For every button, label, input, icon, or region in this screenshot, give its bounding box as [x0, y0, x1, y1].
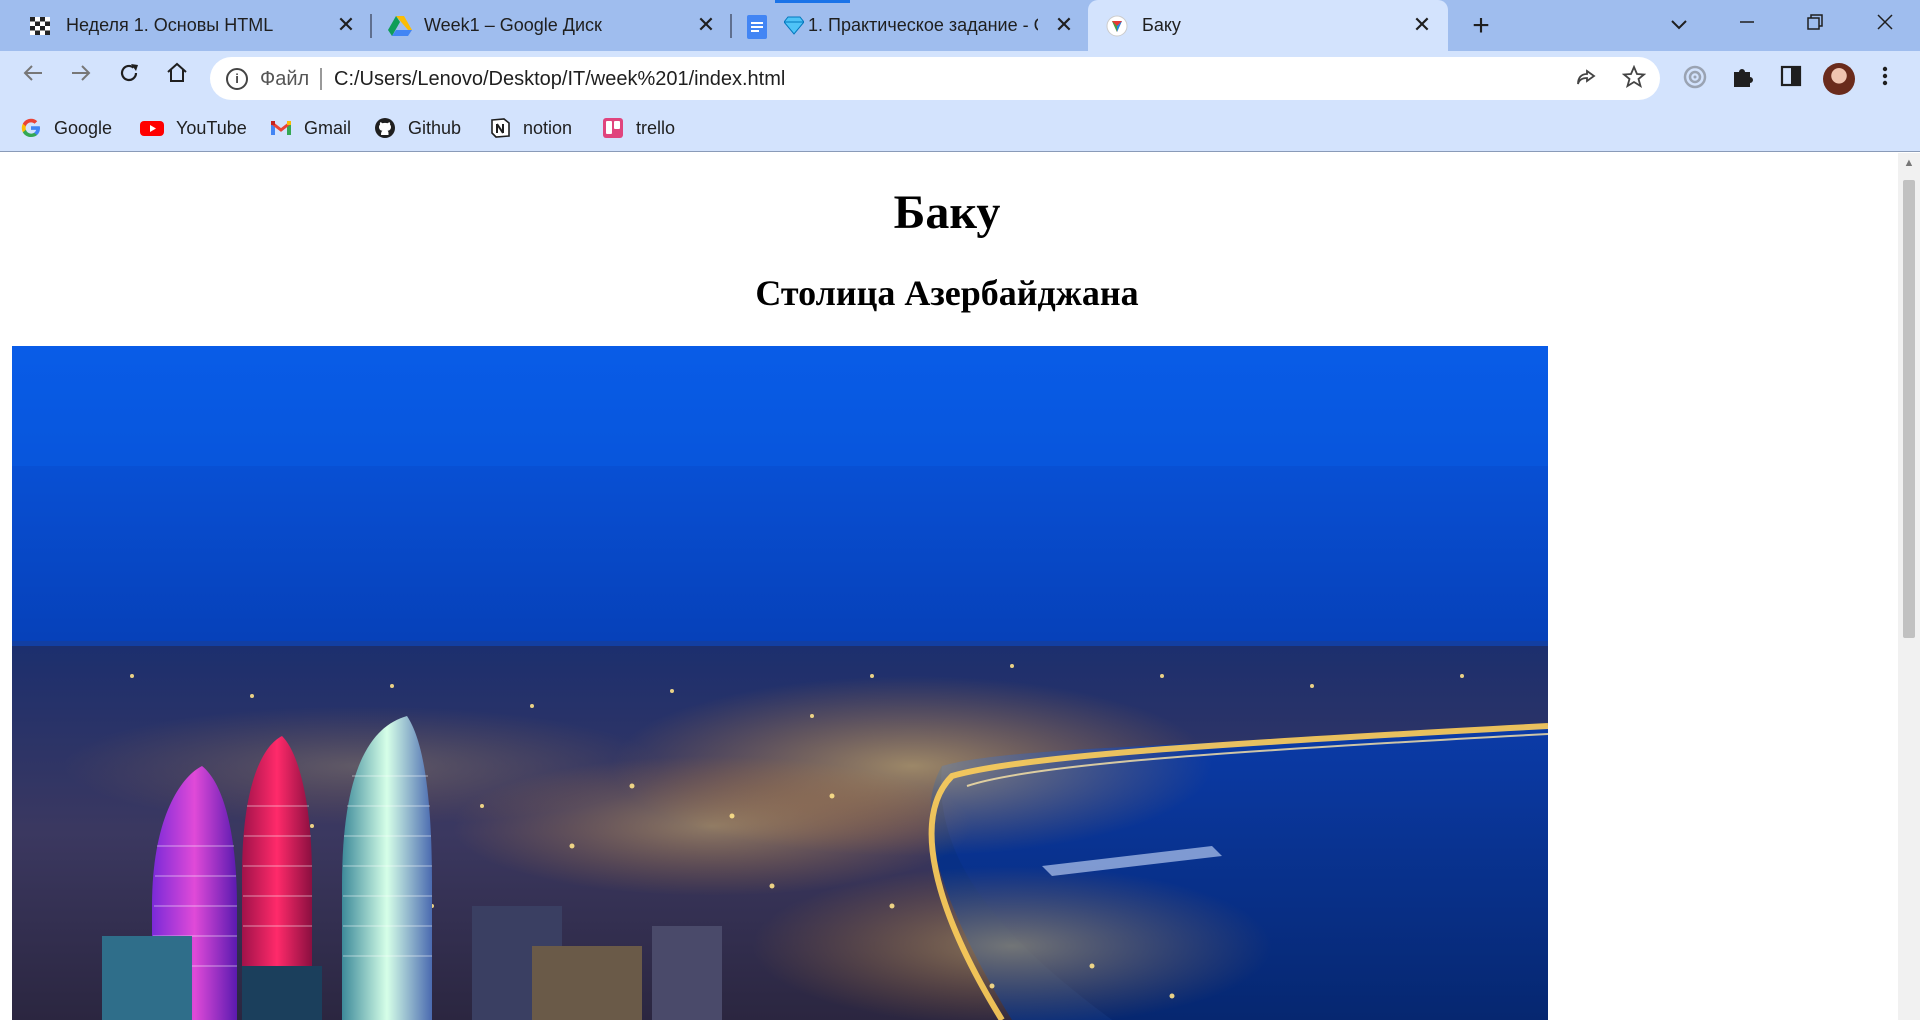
tab-title: 1. Практическое задание - G — [808, 15, 1038, 35]
close-icon[interactable]: ✕ — [334, 13, 358, 37]
bookmark-github[interactable]: Github — [374, 114, 461, 142]
bookmark-label: Github — [408, 117, 462, 138]
bookmark-youtube[interactable]: YouTube — [140, 114, 247, 142]
page-subtitle: Столица Азербайджана — [755, 273, 1139, 313]
tab-search-button[interactable] — [1664, 10, 1694, 40]
close-window-button[interactable] — [1870, 10, 1900, 40]
share-icon[interactable] — [1572, 65, 1600, 93]
tab-google-docs[interactable]: 1. Практическое задание - G ✕ — [730, 0, 1088, 51]
browser-toolbar: i Файл C:/Users/Lenovo/Desktop/IT/week%2… — [0, 51, 1920, 106]
profile-avatar[interactable] — [1823, 63, 1855, 95]
tab-google-drive[interactable]: Week1 – Google Диск ✕ — [360, 0, 730, 51]
page-favicon-icon — [1106, 15, 1128, 37]
youtube-icon — [140, 117, 164, 139]
menu-kebab-icon[interactable] — [1870, 64, 1900, 94]
github-icon — [374, 117, 396, 139]
gem-icon — [783, 15, 805, 35]
url-text[interactable]: C:/Users/Lenovo/Desktop/IT/week%201/inde… — [334, 67, 785, 91]
bookmarks-bar: Google YouTube Gmail Github notion trell… — [0, 106, 1920, 152]
bookmark-google[interactable]: Google — [20, 114, 112, 142]
divider — [320, 68, 322, 90]
trello-icon — [602, 117, 624, 139]
bookmark-trello[interactable]: trello — [602, 114, 675, 142]
scroll-thumb[interactable] — [1903, 180, 1915, 638]
new-tab-button[interactable]: + — [1466, 11, 1496, 42]
bookmark-label: Google — [54, 117, 113, 138]
notion-icon — [489, 117, 511, 139]
close-icon[interactable]: ✕ — [694, 13, 718, 37]
forward-button[interactable] — [64, 61, 98, 95]
side-panel-icon[interactable] — [1776, 64, 1806, 94]
star-icon[interactable] — [1620, 64, 1648, 93]
gmail-icon — [270, 117, 292, 139]
checkered-flag-icon — [30, 15, 52, 37]
reload-button[interactable] — [112, 61, 146, 95]
info-icon[interactable]: i — [226, 68, 248, 90]
tab-title: Баку — [1142, 15, 1181, 35]
address-bar[interactable]: i Файл C:/Users/Lenovo/Desktop/IT/week%2… — [210, 57, 1660, 100]
back-button[interactable] — [16, 61, 50, 95]
baku-city-photo — [12, 346, 1548, 1020]
bookmark-label: notion — [523, 117, 573, 138]
bookmark-notion[interactable]: notion — [489, 114, 572, 142]
minimize-button[interactable] — [1732, 10, 1762, 40]
bookmark-label: trello — [636, 117, 676, 138]
home-button[interactable] — [160, 61, 194, 95]
google-drive-icon — [388, 15, 412, 37]
tab-week1-html[interactable]: Неделя 1. Основы HTML ✕ — [0, 0, 370, 51]
extension-target-icon[interactable] — [1680, 64, 1710, 94]
vertical-scrollbar[interactable]: ▲ — [1898, 153, 1920, 1020]
tab-title: Week1 – Google Диск — [424, 15, 602, 35]
tab-baku-active[interactable]: Баку ✕ — [1088, 0, 1448, 51]
tab-strip: Неделя 1. Основы HTML ✕ Week1 – Google Д… — [0, 0, 1920, 51]
scroll-up-arrow-icon[interactable]: ▲ — [1898, 153, 1920, 173]
tab-title: Неделя 1. Основы HTML — [66, 15, 274, 35]
google-docs-icon — [746, 15, 768, 39]
bookmark-label: Gmail — [304, 117, 352, 138]
page-title: Баку — [893, 186, 1001, 239]
page-viewport: Баку Столица Азербайджана — [0, 153, 1898, 1020]
file-scheme-label: Файл — [260, 68, 310, 90]
restore-button[interactable] — [1800, 10, 1830, 40]
loading-indicator — [775, 0, 850, 3]
close-icon[interactable]: ✕ — [1052, 13, 1076, 37]
city-night-illustration — [12, 346, 1548, 1020]
close-icon[interactable]: ✕ — [1410, 13, 1434, 37]
bookmark-gmail[interactable]: Gmail — [270, 114, 351, 142]
extensions-puzzle-icon[interactable] — [1728, 64, 1758, 94]
bookmark-label: YouTube — [176, 117, 247, 138]
google-icon — [20, 117, 42, 139]
